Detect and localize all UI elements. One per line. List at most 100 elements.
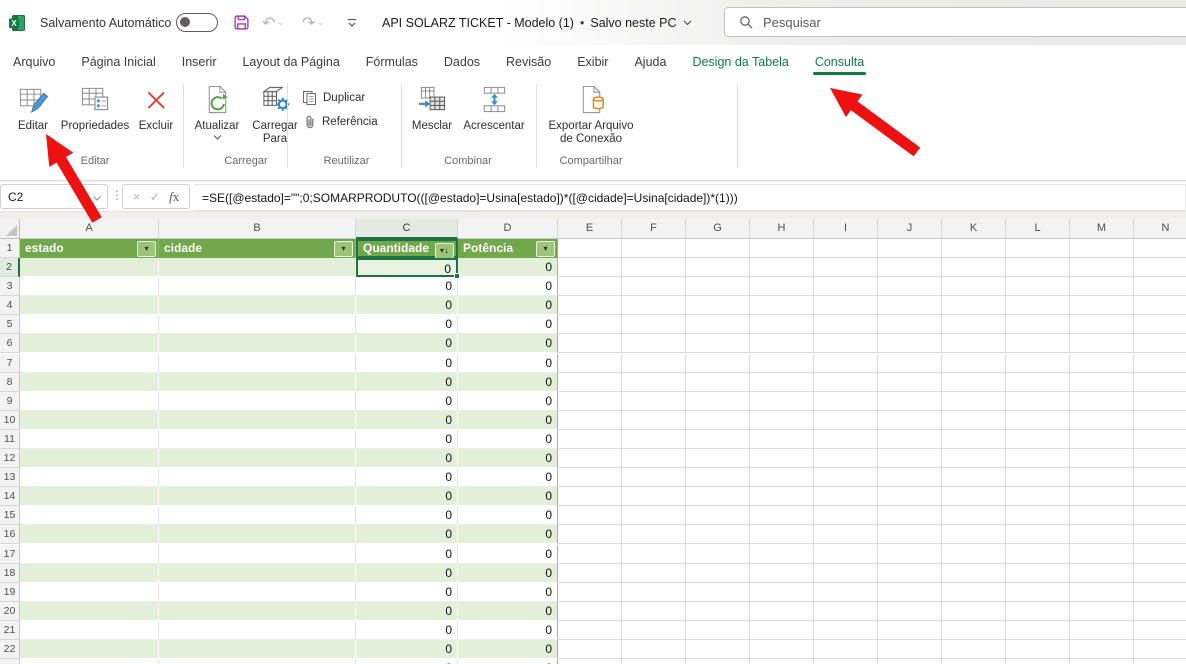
cell-H7[interactable]: [750, 354, 814, 373]
cell-C3[interactable]: 0: [356, 277, 458, 296]
cell-N7[interactable]: [1134, 354, 1186, 373]
cell-H14[interactable]: [750, 487, 814, 506]
cell-K13[interactable]: [942, 468, 1006, 487]
column-header-A[interactable]: A: [20, 219, 159, 239]
cell-J1[interactable]: [878, 239, 942, 258]
cell-H16[interactable]: [750, 525, 814, 544]
cell-I7[interactable]: [814, 354, 878, 373]
cell-E19[interactable]: [558, 583, 622, 602]
cell-E12[interactable]: [558, 449, 622, 468]
cell-G22[interactable]: [686, 640, 750, 659]
cell-L19[interactable]: [1006, 583, 1070, 602]
cell-L21[interactable]: [1006, 621, 1070, 640]
cell-I20[interactable]: [814, 602, 878, 621]
cell-E15[interactable]: [558, 506, 622, 525]
cell-F4[interactable]: [622, 296, 686, 315]
cell-B2[interactable]: [159, 258, 356, 277]
cell-I9[interactable]: [814, 392, 878, 411]
cell-A17[interactable]: [20, 545, 159, 564]
cell-E22[interactable]: [558, 640, 622, 659]
cell-M1[interactable]: [1070, 239, 1134, 258]
cell-F14[interactable]: [622, 487, 686, 506]
cell-D2[interactable]: 0: [458, 258, 558, 277]
cell-B23[interactable]: [159, 659, 356, 664]
column-header-J[interactable]: J: [878, 219, 942, 239]
filter-dropdown-icon[interactable]: ▾: [137, 241, 156, 257]
row-header-18[interactable]: 18: [0, 564, 20, 583]
row-header-12[interactable]: 12: [0, 449, 20, 468]
cell-B16[interactable]: [159, 525, 356, 544]
row-header-19[interactable]: 19: [0, 583, 20, 602]
cell-K3[interactable]: [942, 277, 1006, 296]
cell-F11[interactable]: [622, 430, 686, 449]
cell-F8[interactable]: [622, 373, 686, 392]
cell-B18[interactable]: [159, 564, 356, 583]
cell-C20[interactable]: 0: [356, 602, 458, 621]
column-header-N[interactable]: N: [1134, 219, 1186, 239]
cell-A6[interactable]: [20, 334, 159, 353]
cell-G13[interactable]: [686, 468, 750, 487]
cell-C12[interactable]: 0: [356, 449, 458, 468]
cell-F3[interactable]: [622, 277, 686, 296]
cell-M16[interactable]: [1070, 525, 1134, 544]
cell-J17[interactable]: [878, 545, 942, 564]
cell-D21[interactable]: 0: [458, 621, 558, 640]
cell-L18[interactable]: [1006, 564, 1070, 583]
cell-C9[interactable]: 0: [356, 392, 458, 411]
cell-D19[interactable]: 0: [458, 583, 558, 602]
cell-I21[interactable]: [814, 621, 878, 640]
cell-H17[interactable]: [750, 545, 814, 564]
cell-F10[interactable]: [622, 411, 686, 430]
cell-I5[interactable]: [814, 315, 878, 334]
cell-K22[interactable]: [942, 640, 1006, 659]
cell-N15[interactable]: [1134, 506, 1186, 525]
row-header-9[interactable]: 9: [0, 392, 20, 411]
cell-L15[interactable]: [1006, 506, 1070, 525]
document-title[interactable]: API SOLARZ TICKET - Modelo (1) • Salvo n…: [382, 0, 692, 45]
cell-D7[interactable]: 0: [458, 354, 558, 373]
row-header-22[interactable]: 22: [0, 640, 20, 659]
column-header-H[interactable]: H: [750, 219, 814, 239]
cell-G18[interactable]: [686, 564, 750, 583]
filter-dropdown-icon[interactable]: ▾: [334, 241, 353, 257]
cell-G4[interactable]: [686, 296, 750, 315]
cell-N22[interactable]: [1134, 640, 1186, 659]
row-header-13[interactable]: 13: [0, 468, 20, 487]
cell-J22[interactable]: [878, 640, 942, 659]
cell-K21[interactable]: [942, 621, 1006, 640]
cell-I18[interactable]: [814, 564, 878, 583]
cell-G17[interactable]: [686, 545, 750, 564]
row-header-6[interactable]: 6: [0, 334, 20, 353]
cell-L10[interactable]: [1006, 411, 1070, 430]
cell-A23[interactable]: [20, 659, 159, 664]
cell-C19[interactable]: 0: [356, 583, 458, 602]
cell-M22[interactable]: [1070, 640, 1134, 659]
referencia-button[interactable]: Referência: [302, 112, 378, 132]
cell-H19[interactable]: [750, 583, 814, 602]
cell-K18[interactable]: [942, 564, 1006, 583]
cell-A12[interactable]: [20, 449, 159, 468]
acrescentar-button[interactable]: Acrescentar: [458, 81, 530, 147]
cell-G5[interactable]: [686, 315, 750, 334]
cell-J19[interactable]: [878, 583, 942, 602]
cell-B6[interactable]: [159, 334, 356, 353]
cell-L11[interactable]: [1006, 430, 1070, 449]
column-header-K[interactable]: K: [942, 219, 1006, 239]
cell-J14[interactable]: [878, 487, 942, 506]
cell-J13[interactable]: [878, 468, 942, 487]
cell-L17[interactable]: [1006, 545, 1070, 564]
row-header-7[interactable]: 7: [0, 354, 20, 373]
cell-M9[interactable]: [1070, 392, 1134, 411]
cell-K12[interactable]: [942, 449, 1006, 468]
cell-G6[interactable]: [686, 334, 750, 353]
cell-I2[interactable]: [814, 258, 878, 277]
cell-F15[interactable]: [622, 506, 686, 525]
cell-G23[interactable]: [686, 659, 750, 664]
cell-G21[interactable]: [686, 621, 750, 640]
cell-K4[interactable]: [942, 296, 1006, 315]
cell-L13[interactable]: [1006, 468, 1070, 487]
cell-F16[interactable]: [622, 525, 686, 544]
cell-M12[interactable]: [1070, 449, 1134, 468]
cell-F20[interactable]: [622, 602, 686, 621]
row-header-3[interactable]: 3: [0, 277, 20, 296]
